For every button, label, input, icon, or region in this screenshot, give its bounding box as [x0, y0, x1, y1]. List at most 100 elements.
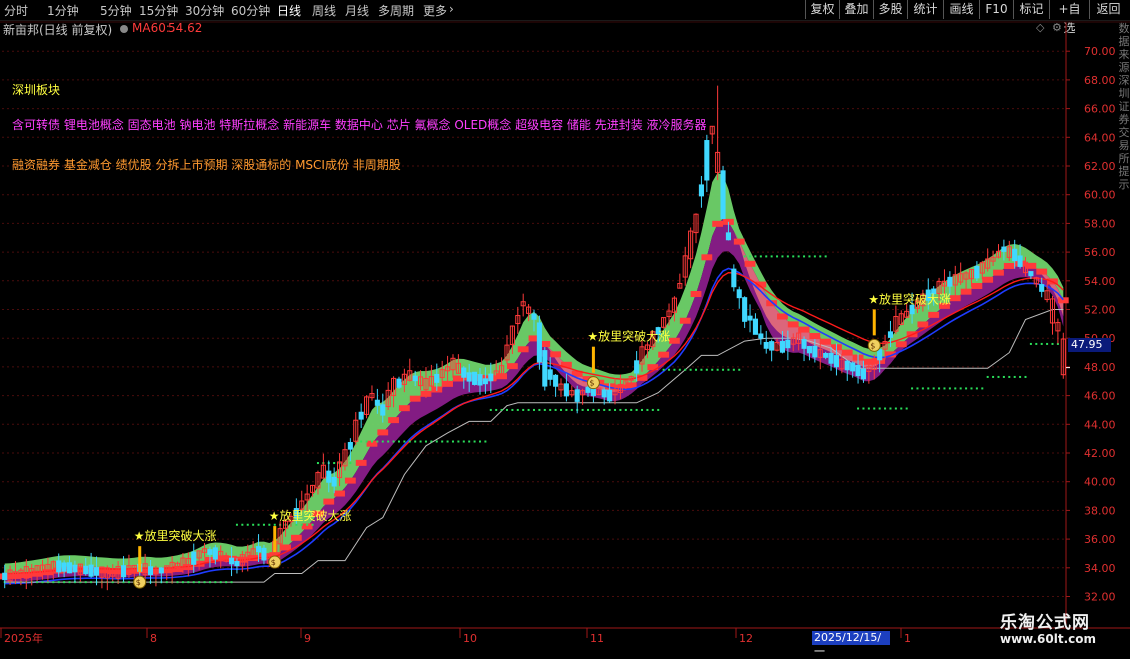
money-bag-symbol: $: [136, 578, 141, 587]
candle-body: [1012, 248, 1018, 262]
support-dot: [187, 581, 190, 584]
support-dot: [884, 407, 887, 410]
support-dot: [1051, 342, 1054, 345]
candle-body: [823, 353, 829, 358]
price-chart[interactable]: 70.00 68.00 66.00 64.00 62.00 60.00 58.00 56.00…: [0, 0, 1130, 650]
trend-brick: [895, 341, 907, 348]
support-dot: [516, 408, 519, 411]
support-dot: [824, 255, 827, 258]
support-dot: [63, 581, 66, 584]
y-tick-label: 32.00: [1084, 591, 1116, 604]
candle-body: [1028, 271, 1034, 277]
trend-brick: [928, 311, 940, 318]
candle-body: [88, 564, 94, 577]
support-dot: [975, 387, 978, 390]
candle-body: [56, 560, 62, 573]
support-dot: [722, 368, 725, 371]
trend-brick: [809, 333, 821, 340]
support-dot: [257, 523, 260, 526]
candle-body: [736, 289, 742, 299]
support-dot: [776, 255, 779, 258]
trend-brick: [398, 405, 410, 412]
support-dot: [813, 255, 816, 258]
cursor-date-label: 2025/12/15/一: [812, 631, 890, 658]
candle-body: [1017, 255, 1023, 267]
support-dot: [743, 255, 746, 258]
trend-brick: [733, 238, 745, 245]
support-dot: [635, 408, 638, 411]
trend-brick: [506, 363, 518, 370]
candle-body: [380, 404, 386, 416]
site-watermark: 乐淘公式网 www.60lt.com: [990, 606, 1130, 650]
support-dot: [970, 387, 973, 390]
support-dot: [252, 523, 255, 526]
candle-body: [466, 372, 472, 382]
support-dot: [641, 408, 644, 411]
support-dot: [657, 408, 660, 411]
candle-body: [607, 389, 613, 402]
support-dot: [727, 368, 730, 371]
candle-body: [574, 389, 580, 402]
candle-body: [752, 318, 758, 335]
support-dot: [673, 368, 676, 371]
support-dot: [468, 440, 471, 443]
trend-brick: [744, 260, 756, 267]
support-dot: [165, 581, 168, 584]
support-dot: [489, 408, 492, 411]
trend-brick: [1003, 262, 1015, 269]
support-dot: [370, 440, 373, 443]
y-tick-label: 70.00: [1084, 45, 1116, 58]
side-strip-char: 易: [1118, 139, 1130, 152]
support-dot: [387, 440, 390, 443]
trend-brick: [712, 220, 724, 227]
support-dot: [360, 440, 363, 443]
support-dot: [500, 408, 503, 411]
support-dot: [1024, 375, 1027, 378]
y-tick-label: 64.00: [1084, 131, 1116, 144]
support-dot: [484, 440, 487, 443]
y-tick-label: 34.00: [1084, 562, 1116, 575]
side-strip-char: 交: [1118, 126, 1130, 139]
support-dot: [619, 408, 622, 411]
side-strip-char: 证: [1118, 100, 1130, 113]
candle-body: [212, 547, 218, 560]
support-dot: [695, 368, 698, 371]
candle-body: [585, 386, 591, 393]
support-dot: [225, 581, 228, 584]
money-bag-symbol: $: [870, 341, 875, 350]
y-tick-label: 44.00: [1084, 418, 1116, 431]
support-dot: [954, 387, 957, 390]
support-dot: [473, 440, 476, 443]
y-tick-label: 48.00: [1084, 361, 1116, 374]
candle-body: [563, 383, 569, 397]
candle-body: [725, 232, 731, 241]
side-strip-char: 券: [1118, 113, 1130, 126]
support-dot: [414, 440, 417, 443]
trend-ribbon-up: [4, 172, 1064, 577]
support-dot: [533, 408, 535, 411]
candle-body: [974, 265, 980, 279]
support-dot: [927, 387, 930, 390]
candle-body: [1039, 284, 1045, 292]
support-dot: [90, 581, 93, 584]
side-strip-char: 数: [1118, 22, 1130, 35]
x-tick-label: 12: [739, 632, 753, 645]
support-dot: [408, 440, 411, 443]
candle-body: [93, 567, 100, 576]
trend-brick: [550, 351, 562, 358]
x-tick-label: 10: [463, 632, 477, 645]
watermark-title: 乐淘公式网: [1000, 613, 1090, 633]
candle-body: [72, 564, 78, 573]
support-dot: [889, 407, 892, 410]
candle-body: [412, 375, 418, 382]
support-dot: [716, 368, 719, 371]
support-dot: [905, 407, 908, 410]
candle-body: [396, 378, 402, 388]
side-strip-char: 来: [1118, 48, 1130, 61]
watermark-url: www.60lt.com: [1000, 632, 1097, 646]
candle-body: [758, 333, 764, 339]
side-strip-char: 示: [1118, 178, 1130, 191]
support-dot: [230, 581, 233, 584]
trend-brick: [971, 282, 983, 289]
side-strip-char: 据: [1118, 35, 1130, 48]
